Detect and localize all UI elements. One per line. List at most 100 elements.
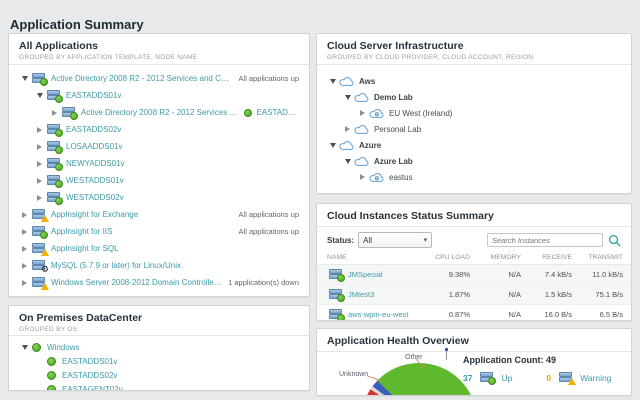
cloud-icon [339, 76, 354, 87]
application-icon [32, 209, 49, 222]
cell-transmit: 11.0 kB/s [580, 264, 631, 285]
tree-item-label[interactable]: Active Directory 2008 R2 - 2012 Services… [81, 108, 240, 117]
status-filter-label: Status: [327, 235, 355, 245]
search-input[interactable] [487, 233, 603, 247]
warning-stat[interactable]: 0 Warning [546, 372, 611, 385]
tree-item-label[interactable]: AppInsight for SQL [51, 244, 119, 253]
expand-icon[interactable] [342, 126, 353, 132]
tree-item-label[interactable]: WESTADDS02v [66, 193, 124, 202]
tree-item: Azure Lab [327, 153, 621, 169]
tree-item: Personal Lab [327, 121, 621, 137]
expand-icon[interactable] [34, 144, 45, 150]
instance-name-link[interactable]: JMSpecial [348, 270, 383, 279]
tree-item-label[interactable]: EASTADDS01v [62, 357, 117, 366]
status-up-icon [55, 163, 63, 171]
status-up-icon [244, 108, 253, 117]
column-header-memory[interactable]: MEMORY [478, 252, 529, 265]
tree-item-label[interactable]: Azure Lab [374, 157, 413, 166]
tree-item-label[interactable]: AppInsight for IIS [51, 227, 112, 236]
application-icon [329, 269, 345, 282]
status-up-icon [70, 112, 78, 120]
tree-item: ⚙ MySQL (5.7.9 or later) for Linux/Unix [19, 257, 299, 274]
cell-cpu-load: 1.87% [427, 284, 478, 305]
tree-item: eastus [327, 169, 621, 185]
column-header-cpu-load[interactable]: CPU LOAD [427, 252, 478, 265]
tree-item-label[interactable]: LOSAADDS01v [66, 142, 122, 151]
tree-item-label[interactable]: Windows [47, 343, 79, 352]
panel-title: Cloud Instances Status Summary [327, 210, 494, 222]
instance-name-link[interactable]: JMtest3 [348, 290, 374, 299]
collapse-icon[interactable] [327, 143, 338, 148]
cloud-instances-table: NAME CPU LOAD MEMORY RECEIVE TRANSMIT JM… [317, 252, 631, 320]
instance-name-link[interactable]: aws-wpm-eu-west [348, 310, 408, 319]
expand-icon[interactable] [357, 110, 368, 116]
expand-icon[interactable] [34, 195, 45, 201]
tree-item: WESTADDS02v [19, 189, 299, 206]
tree-item-label[interactable]: eastus [389, 173, 413, 182]
expand-icon[interactable] [34, 127, 45, 133]
tree-item: WESTADDS01v [19, 172, 299, 189]
tree-item-label[interactable]: MySQL (5.7.9 or later) for Linux/Unix [51, 261, 181, 270]
column-header-name[interactable]: NAME [317, 252, 427, 265]
panel-subtitle: GROUPED BY OS [19, 326, 78, 333]
tree-item-label[interactable]: Demo Lab [374, 93, 413, 102]
tree-item-label[interactable]: WESTADDS01v [66, 176, 124, 185]
collapse-icon[interactable] [19, 345, 30, 350]
tree-item-label[interactable]: EASTADDS02v [66, 125, 121, 134]
application-icon [32, 226, 48, 239]
application-icon [329, 309, 345, 320]
tree-item-label[interactable]: EASTAGENT02v [62, 385, 123, 391]
tree-item-label[interactable]: Personal Lab [374, 125, 421, 134]
tree-item-label[interactable]: EU West (Ireland) [389, 109, 452, 118]
collapse-icon[interactable] [34, 93, 45, 98]
tree-item-label[interactable]: EASTADDS02v [62, 371, 117, 380]
tree-item-label[interactable]: Azure [359, 141, 381, 150]
table-row: JMtest3 1.87% N/A 1.5 kB/s 75.1 B/s [317, 284, 631, 305]
cloud-region-icon [369, 172, 384, 183]
expand-icon[interactable] [34, 178, 45, 184]
panel-title: Application Health Overview [327, 335, 469, 347]
up-stat[interactable]: 37 Up [463, 372, 512, 385]
status-warning-icon [41, 283, 49, 290]
expand-icon[interactable] [19, 212, 30, 218]
expand-icon[interactable] [357, 174, 368, 180]
tree-item: Active Directory 2008 R2 - 2012 Services… [19, 70, 299, 87]
status-up-icon [55, 146, 63, 154]
tree-item: AppInsight for IIS All applications up [19, 223, 299, 240]
status-up-icon [55, 129, 63, 137]
panel-subtitle: GROUPED BY APPLICATION TEMPLATE, NODE NA… [19, 54, 198, 61]
column-header-receive[interactable]: RECEIVE [529, 252, 580, 265]
application-icon [47, 192, 63, 205]
tree-item-label[interactable]: NEWYADDS01v [66, 159, 125, 168]
tree-item-label[interactable]: AppInsight for Exchange [51, 210, 138, 219]
tree-item-node-label[interactable]: EASTADDS01v [256, 108, 299, 117]
column-header-transmit[interactable]: TRANSMIT [580, 252, 631, 265]
tree-item-label[interactable]: Aws [359, 77, 375, 86]
up-count: 37 [463, 372, 473, 383]
search-icon[interactable] [608, 234, 621, 247]
all-applications-tree: Active Directory 2008 R2 - 2012 Services… [9, 65, 309, 291]
collapse-icon[interactable] [342, 159, 353, 164]
collapse-icon[interactable] [19, 76, 30, 81]
tree-item-label[interactable]: EASTADDS01v [66, 91, 121, 100]
expand-icon[interactable] [19, 263, 30, 269]
collapse-icon[interactable] [327, 79, 338, 84]
tree-item: EASTADDS02v [19, 368, 299, 382]
tree-item: AppInsight for Exchange All applications … [19, 206, 299, 223]
tree-item-label[interactable]: Windows Server 2008-2012 Domain Controll… [51, 278, 222, 287]
cloud-instances-panel: Cloud Instances Status Summary Status: A… [316, 203, 632, 321]
tree-item-status-text: All applications up [238, 210, 299, 219]
cloud-region-icon [369, 108, 384, 119]
expand-icon[interactable] [34, 161, 45, 167]
expand-icon[interactable] [19, 229, 30, 235]
application-icon [47, 141, 63, 154]
status-filter-select[interactable]: All ▾ [358, 232, 433, 248]
collapse-icon[interactable] [342, 95, 353, 100]
pie-label-unknown: Unknown [339, 371, 369, 378]
tree-item-label[interactable]: Active Directory 2008 R2 - 2012 Services… [51, 74, 233, 83]
expand-icon[interactable] [49, 110, 60, 116]
expand-icon[interactable] [19, 280, 30, 286]
application-icon [32, 277, 49, 290]
tree-item: EASTADDS02v [19, 121, 299, 138]
expand-icon[interactable] [19, 246, 30, 252]
